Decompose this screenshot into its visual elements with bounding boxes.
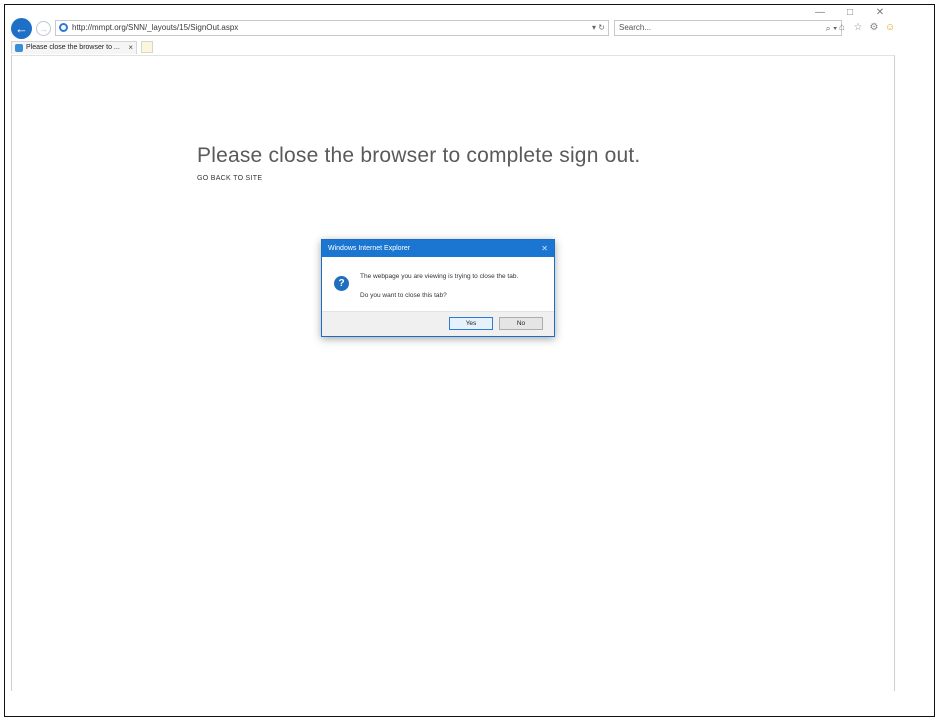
window-controls: — □ ✕ <box>814 7 886 18</box>
address-url: http://mmpt.org/SNN/_layouts/15/SignOut.… <box>72 23 239 32</box>
search-icon[interactable]: ⌕ ▾ <box>826 21 837 35</box>
address-bar[interactable]: http://mmpt.org/SNN/_layouts/15/SignOut.… <box>55 20 609 36</box>
page-favicon-icon <box>15 44 23 52</box>
dialog-footer: Yes No <box>322 311 554 336</box>
yes-button[interactable]: Yes <box>449 317 493 330</box>
dialog-title: Windows Internet Explorer <box>328 245 411 252</box>
settings-gear-icon[interactable]: ⚙ <box>869 22 879 33</box>
home-icon[interactable]: ⌂ <box>837 22 847 33</box>
dialog-close-icon[interactable]: ✕ <box>541 240 548 257</box>
no-button[interactable]: No <box>499 317 543 330</box>
question-icon: ? <box>334 276 349 291</box>
dialog-body: ? The webpage you are viewing is trying … <box>322 257 554 313</box>
dialog-message-line2: Do you want to close this tab? <box>360 292 447 299</box>
browser-window: — □ ✕ ← → http://mmpt.org/SNN/_layouts/1… <box>4 4 935 717</box>
ie-logo-icon <box>59 23 68 32</box>
tab-close-icon[interactable]: × <box>128 42 133 54</box>
search-input[interactable]: Search... ⌕ ▾ <box>614 20 842 36</box>
dialog-message-line1: The webpage you are viewing is trying to… <box>360 273 519 280</box>
refresh-icon[interactable]: ▾ ↻ <box>592 21 605 35</box>
go-back-to-site-link[interactable]: GO BACK TO SITE <box>197 175 262 182</box>
maximize-button[interactable]: □ <box>844 7 856 18</box>
close-tab-dialog: Windows Internet Explorer ✕ ? The webpag… <box>321 239 555 337</box>
back-button[interactable]: ← <box>11 18 32 39</box>
tab-strip: Please close the browser to ... × <box>11 41 911 55</box>
tab-signout[interactable]: Please close the browser to ... × <box>11 41 137 54</box>
minimize-button[interactable]: — <box>814 7 826 18</box>
favorites-star-icon[interactable]: ☆ <box>853 22 863 33</box>
toolbar-icons: ⌂ ☆ ⚙ ☺ <box>837 22 895 33</box>
new-tab-button[interactable] <box>141 41 153 53</box>
forward-button[interactable]: → <box>36 21 51 36</box>
page-title: Please close the browser to complete sig… <box>197 144 641 168</box>
smiley-feedback-icon[interactable]: ☺ <box>885 22 895 33</box>
search-placeholder: Search... <box>619 23 652 32</box>
dialog-title-bar: Windows Internet Explorer ✕ <box>322 240 554 257</box>
close-window-button[interactable]: ✕ <box>874 7 886 18</box>
navigation-bar: ← → http://mmpt.org/SNN/_layouts/15/Sign… <box>11 18 895 40</box>
tab-label: Please close the browser to ... <box>26 44 120 51</box>
